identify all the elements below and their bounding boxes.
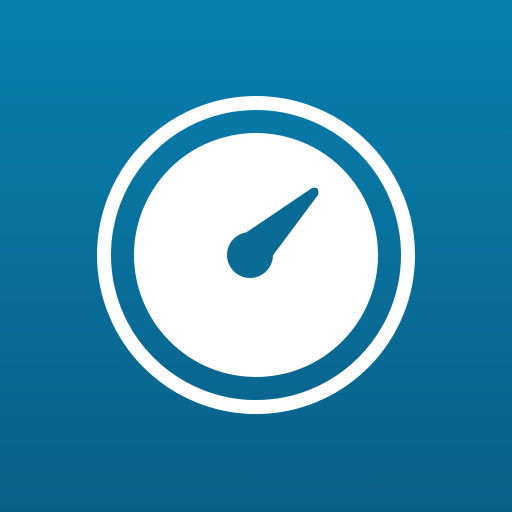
gauge-icon bbox=[97, 96, 415, 414]
app-icon bbox=[0, 0, 512, 512]
